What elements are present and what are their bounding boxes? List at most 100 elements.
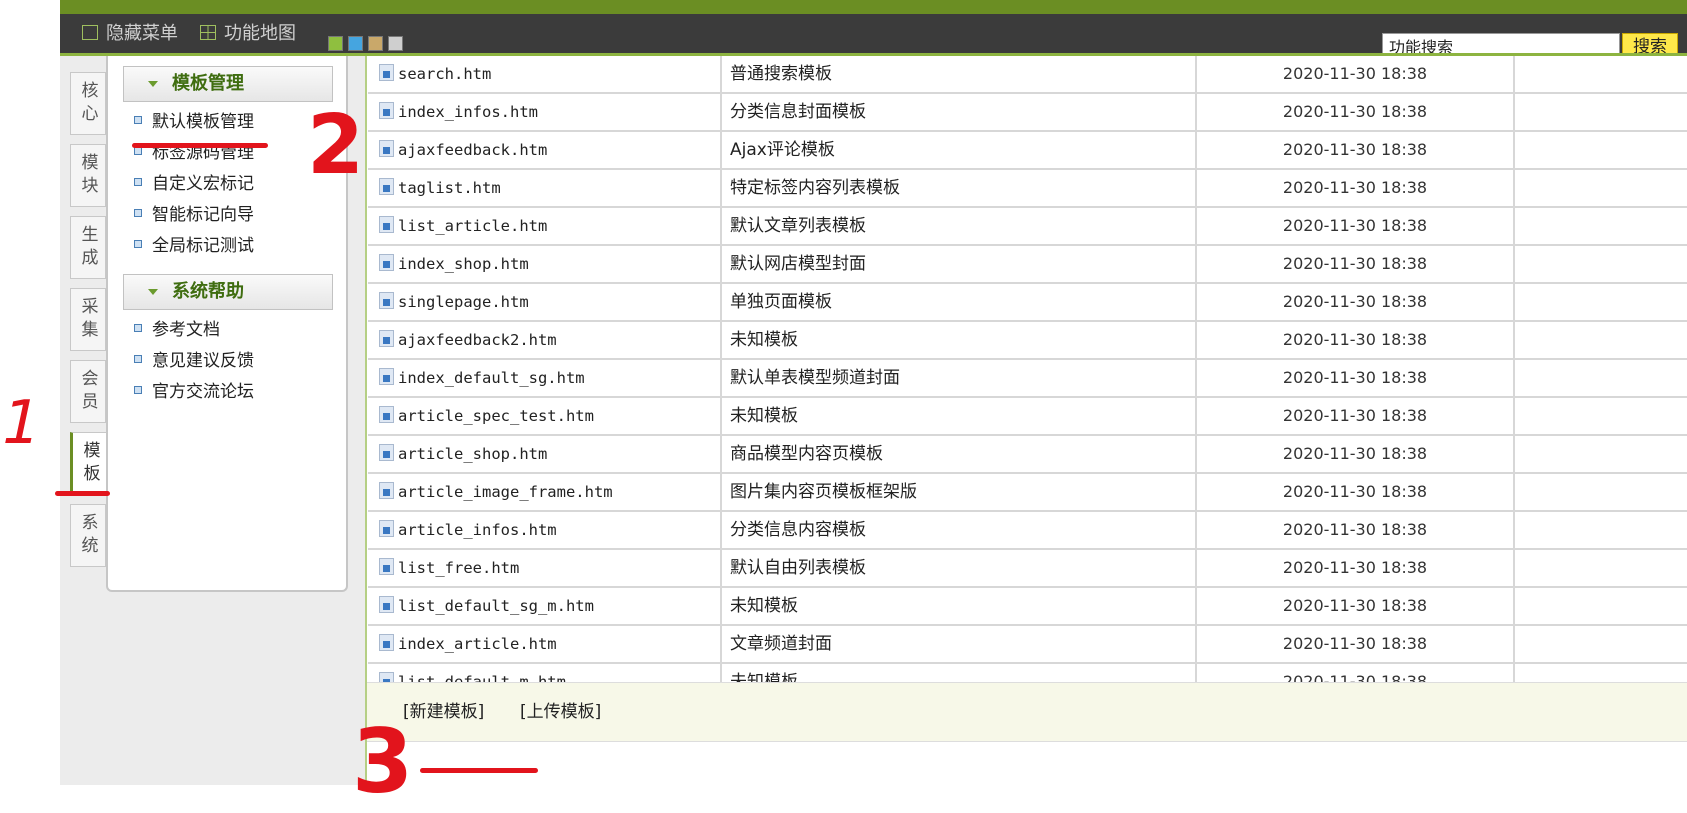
table-footer-actions: [新建模板] [上传模板] <box>367 682 1687 742</box>
description-cell: 未知模板 <box>722 322 1197 358</box>
description-cell: 商品模型内容页模板 <box>722 436 1197 472</box>
modified-time-cell: 2020-11-30 18:38 <box>1197 322 1515 358</box>
filename-cell: ajaxfeedback.htm <box>368 132 722 168</box>
annotation-underline-1 <box>55 491 110 496</box>
bullet-icon <box>134 116 142 124</box>
template-content-area: search.htm 普通搜索模板 2020-11-30 18:38 index_in… <box>365 56 1687 785</box>
vtab-system[interactable]: 系统 <box>70 504 106 567</box>
skin-swatch-tan[interactable] <box>368 36 383 51</box>
filename-link[interactable]: index_default_sg.htm <box>398 369 585 387</box>
menu-item-global-tag-test[interactable]: 全局标记测试 <box>134 233 254 259</box>
annotation-underline-2 <box>132 143 268 148</box>
modified-time-cell: 2020-11-30 18:38 <box>1197 512 1515 548</box>
bullet-icon <box>134 209 142 217</box>
menu-item-reference-docs[interactable]: 参考文档 <box>134 317 220 343</box>
description-cell: 默认自由列表模板 <box>722 550 1197 586</box>
filename-cell: index_infos.htm <box>368 94 722 130</box>
filename-link[interactable]: list_free.htm <box>398 559 519 577</box>
menu-item-feedback[interactable]: 意见建议反馈 <box>134 348 254 374</box>
description-cell: 未知模板 <box>722 588 1197 624</box>
table-row: ajaxfeedback.htm Ajax评论模板 2020-11-30 18:38 <box>368 132 1687 170</box>
filename-link[interactable]: list_default_sg_m.htm <box>398 597 594 615</box>
filename-cell: list_free.htm <box>368 550 722 586</box>
new-template-link[interactable]: [新建模板] <box>403 697 484 722</box>
filename-cell: taglist.htm <box>368 170 722 206</box>
filename-link[interactable]: index_shop.htm <box>398 255 529 273</box>
vtab-template[interactable]: 模板 <box>70 432 107 495</box>
menu-item-label: 官方交流论坛 <box>152 382 254 402</box>
menu-group-template-management[interactable]: 模板管理 <box>123 66 333 102</box>
vtab-generate[interactable]: 生成 <box>70 216 106 279</box>
filename-link[interactable]: ajaxfeedback.htm <box>398 141 547 159</box>
bullet-icon <box>134 147 142 155</box>
filename-link[interactable]: index_article.htm <box>398 635 557 653</box>
vtab-module[interactable]: 模块 <box>70 144 106 207</box>
filename-link[interactable]: taglist.htm <box>398 179 501 197</box>
description-cell: 普通搜索模板 <box>722 56 1197 92</box>
modified-time-cell: 2020-11-30 18:38 <box>1197 588 1515 624</box>
filename-link[interactable]: article_spec_test.htm <box>398 407 594 425</box>
modified-time-cell: 2020-11-30 18:38 <box>1197 550 1515 586</box>
menu-item-default-templates[interactable]: 默认模板管理 <box>134 109 254 135</box>
description-cell: 分类信息封面模板 <box>722 94 1197 130</box>
menu-item-forum[interactable]: 官方交流论坛 <box>134 379 254 405</box>
filename-link[interactable]: index_infos.htm <box>398 103 538 121</box>
filename-cell: list_article.htm <box>368 208 722 244</box>
table-row: article_shop.htm 商品模型内容页模板 2020-11-30 18:3… <box>368 436 1687 474</box>
site-map-label: 功能地图 <box>224 23 296 44</box>
filename-link[interactable]: article_shop.htm <box>398 445 547 463</box>
modified-time-cell: 2020-11-30 18:38 <box>1197 208 1515 244</box>
vtab-collect[interactable]: 采集 <box>70 288 106 351</box>
skin-swatch-green[interactable] <box>328 36 343 51</box>
table-row: article_infos.htm 分类信息内容模板 2020-11-30 18:3… <box>368 512 1687 550</box>
vtab-core[interactable]: 核心 <box>70 72 106 135</box>
admin-app: 隐藏菜单 功能地图 搜索 核心 模块 生成 采集 会员 模板 系统 模板管理 默… <box>60 0 1687 785</box>
skin-swatch-gray[interactable] <box>388 36 403 51</box>
file-icon <box>379 216 394 233</box>
menu-item-custom-macro[interactable]: 自定义宏标记 <box>134 171 254 197</box>
description-cell: 图片集内容页模板框架版 <box>722 474 1197 510</box>
file-icon <box>379 64 394 81</box>
site-map-button[interactable]: 功能地图 <box>200 14 296 53</box>
top-strip <box>60 0 1687 15</box>
menu-group-title: 系统帮助 <box>172 281 244 302</box>
file-icon <box>379 140 394 157</box>
filename-link[interactable]: ajaxfeedback2.htm <box>398 331 557 349</box>
modified-time-cell: 2020-11-30 18:38 <box>1197 284 1515 320</box>
filename-cell: article_spec_test.htm <box>368 398 722 434</box>
hide-menu-label: 隐藏菜单 <box>106 23 178 44</box>
menu-item-label: 智能标记向导 <box>152 205 254 225</box>
bullet-icon <box>134 240 142 248</box>
filename-cell: ajaxfeedback2.htm <box>368 322 722 358</box>
file-icon <box>379 368 394 385</box>
annotation-number-3: 3 <box>352 710 414 813</box>
vtab-member[interactable]: 会员 <box>70 360 106 423</box>
file-icon <box>379 444 394 461</box>
menu-group-system-help[interactable]: 系统帮助 <box>123 274 333 310</box>
upload-template-link[interactable]: [上传模板] <box>520 697 601 722</box>
filename-link[interactable]: list_article.htm <box>398 217 547 235</box>
menu-item-label: 自定义宏标记 <box>152 174 254 194</box>
file-icon <box>379 482 394 499</box>
filename-link[interactable]: singlepage.htm <box>398 293 529 311</box>
hide-menu-button[interactable]: 隐藏菜单 <box>82 14 178 53</box>
menu-item-label: 默认模板管理 <box>152 112 254 132</box>
collapse-arrow-icon <box>148 289 158 295</box>
menu-item-tag-wizard[interactable]: 智能标记向导 <box>134 202 254 228</box>
bullet-icon <box>134 355 142 363</box>
file-icon <box>379 178 394 195</box>
description-cell: 默认网店模型封面 <box>722 246 1197 282</box>
modified-time-cell: 2020-11-30 18:38 <box>1197 436 1515 472</box>
modified-time-cell: 2020-11-30 18:38 <box>1197 398 1515 434</box>
file-icon <box>379 634 394 651</box>
table-row: taglist.htm 特定标签内容列表模板 2020-11-30 18:38 <box>368 170 1687 208</box>
filename-link[interactable]: article_image_frame.htm <box>398 483 613 501</box>
annotation-underline-3 <box>420 768 538 773</box>
table-row: singlepage.htm 单独页面模板 2020-11-30 18:38 <box>368 284 1687 322</box>
filename-link[interactable]: search.htm <box>398 65 491 83</box>
grid-icon <box>200 24 216 40</box>
file-icon <box>379 558 394 575</box>
filename-link[interactable]: article_infos.htm <box>398 521 557 539</box>
description-cell: 文章频道封面 <box>722 626 1197 662</box>
skin-swatch-blue[interactable] <box>348 36 363 51</box>
